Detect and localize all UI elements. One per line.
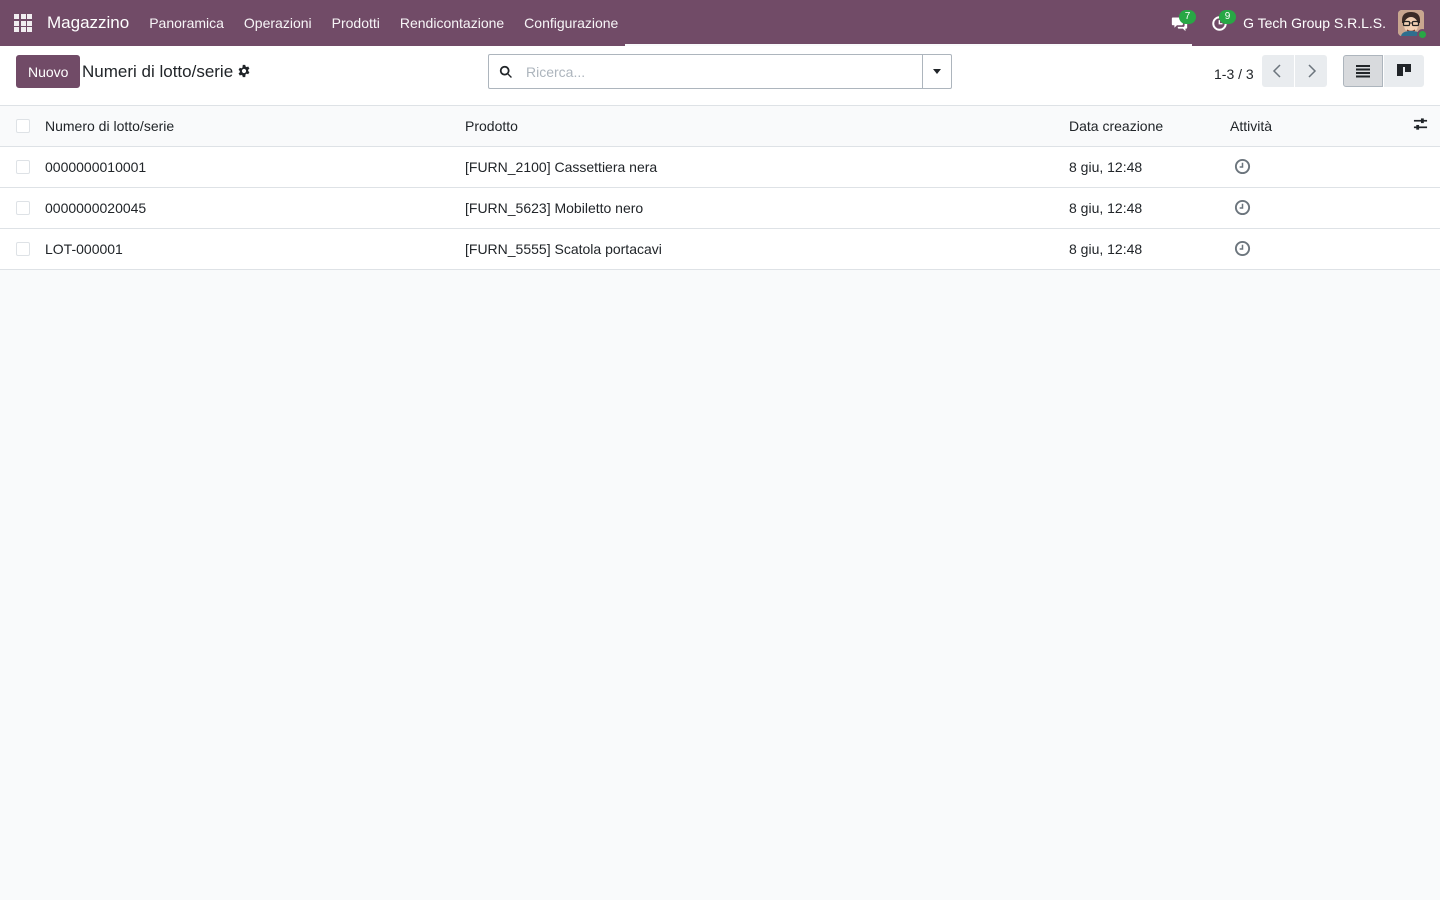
search-options-toggle[interactable] [922, 55, 951, 88]
app-name[interactable]: Magazzino [46, 13, 129, 33]
pager-previous-button[interactable] [1262, 55, 1294, 87]
gear-icon [238, 64, 250, 78]
activities-badge: 9 [1219, 10, 1237, 24]
pager-next-button[interactable] [1295, 55, 1327, 87]
row-checkbox[interactable] [16, 241, 30, 256]
messages-badge: 7 [1179, 10, 1197, 24]
caret-down-icon [933, 69, 941, 74]
menu-item-panoramica[interactable]: Panoramica [139, 0, 234, 46]
lot-number-cell[interactable]: 0000000020045 [45, 187, 465, 229]
company-switcher[interactable]: G Tech Group S.R.L.S. [1239, 15, 1398, 31]
row-select-cell [0, 187, 45, 229]
row-empty-cell [1400, 228, 1440, 270]
new-button[interactable]: Nuovo [16, 55, 81, 88]
column-header-date[interactable]: Data creazione [1069, 106, 1230, 147]
menu-item-prodotti[interactable]: Prodotti [322, 0, 390, 46]
apps-grid-icon [14, 14, 32, 32]
sliders-icon [1413, 118, 1428, 130]
table-row[interactable]: 0000000020045 [FURN_5623] Mobiletto nero… [0, 187, 1440, 229]
user-avatar[interactable] [1398, 10, 1428, 40]
kanban-view-button[interactable] [1384, 55, 1424, 87]
activities-button[interactable]: 9 [1199, 0, 1239, 46]
chevron-right-icon [1308, 64, 1317, 78]
search-input[interactable] [523, 55, 922, 88]
row-checkbox[interactable] [16, 159, 30, 174]
menu-item-operazioni[interactable]: Operazioni [234, 0, 322, 46]
control-panel: Nuovo Numeri di lotto/serie 1-3 / 3 [0, 46, 1440, 106]
chevron-left-icon [1272, 64, 1281, 78]
messages-button[interactable]: 7 [1159, 0, 1199, 46]
menu-item-rendicontazione[interactable]: Rendicontazione [390, 0, 514, 46]
activity-cell [1230, 187, 1400, 229]
row-select-cell [0, 146, 45, 188]
creation-date-cell[interactable]: 8 giu, 12:48 [1069, 187, 1230, 229]
pager-value[interactable]: 1-3 / 3 [1214, 66, 1254, 82]
lot-number-cell[interactable]: 0000000010001 [45, 146, 465, 188]
lot-serial-list: Numero di lotto/serie Prodotto Data crea… [0, 106, 1440, 270]
optional-columns-cell [1400, 106, 1440, 147]
column-header-lot[interactable]: Numero di lotto/serie [45, 106, 465, 147]
activity-cell [1230, 228, 1400, 270]
product-cell[interactable]: [FURN_5623] Mobiletto nero [465, 187, 1069, 229]
search-icon [489, 65, 523, 79]
list-view-button[interactable] [1343, 55, 1383, 87]
row-empty-cell [1400, 187, 1440, 229]
select-all-cell [0, 106, 45, 147]
column-header-product[interactable]: Prodotto [465, 106, 1069, 147]
kanban-view-icon [1397, 64, 1411, 76]
activity-clock-icon[interactable] [1234, 158, 1252, 176]
app-menu-toggle[interactable] [0, 0, 46, 46]
row-empty-cell [1400, 146, 1440, 188]
product-cell[interactable]: [FURN_5555] Scatola portacavi [465, 228, 1069, 270]
product-cell[interactable]: [FURN_2100] Cassettiera nera [465, 146, 1069, 188]
list-empty-area [0, 269, 1440, 900]
table-header-row: Numero di lotto/serie Prodotto Data crea… [0, 106, 1440, 147]
creation-date-cell[interactable]: 8 giu, 12:48 [1069, 228, 1230, 270]
row-checkbox[interactable] [16, 200, 30, 215]
activity-clock-icon[interactable] [1234, 240, 1252, 258]
table-row[interactable]: LOT-000001 [FURN_5555] Scatola portacavi… [0, 228, 1440, 270]
online-status-dot [1417, 29, 1428, 40]
lot-number-cell[interactable]: LOT-000001 [45, 228, 465, 270]
optional-columns-button[interactable] [1413, 117, 1429, 133]
select-all-checkbox[interactable] [16, 118, 30, 133]
activity-clock-icon[interactable] [1234, 199, 1252, 217]
table-row[interactable]: 0000000010001 [FURN_2100] Cassettiera ne… [0, 146, 1440, 188]
row-select-cell [0, 228, 45, 270]
list-view-icon [1356, 65, 1370, 78]
top-navbar: Magazzino Panoramica Operazioni Prodotti… [0, 0, 1440, 46]
creation-date-cell[interactable]: 8 giu, 12:48 [1069, 146, 1230, 188]
search-bar [488, 54, 952, 89]
menu-item-configurazione[interactable]: Configurazione [514, 0, 628, 46]
actions-gear-button[interactable] [237, 64, 252, 79]
page-title: Numeri di lotto/serie [82, 62, 234, 81]
activity-cell [1230, 146, 1400, 188]
navbar-systray: 7 9 G Tech Group S.R.L.S. [1159, 0, 1440, 46]
column-header-activity[interactable]: Attività [1230, 106, 1400, 147]
